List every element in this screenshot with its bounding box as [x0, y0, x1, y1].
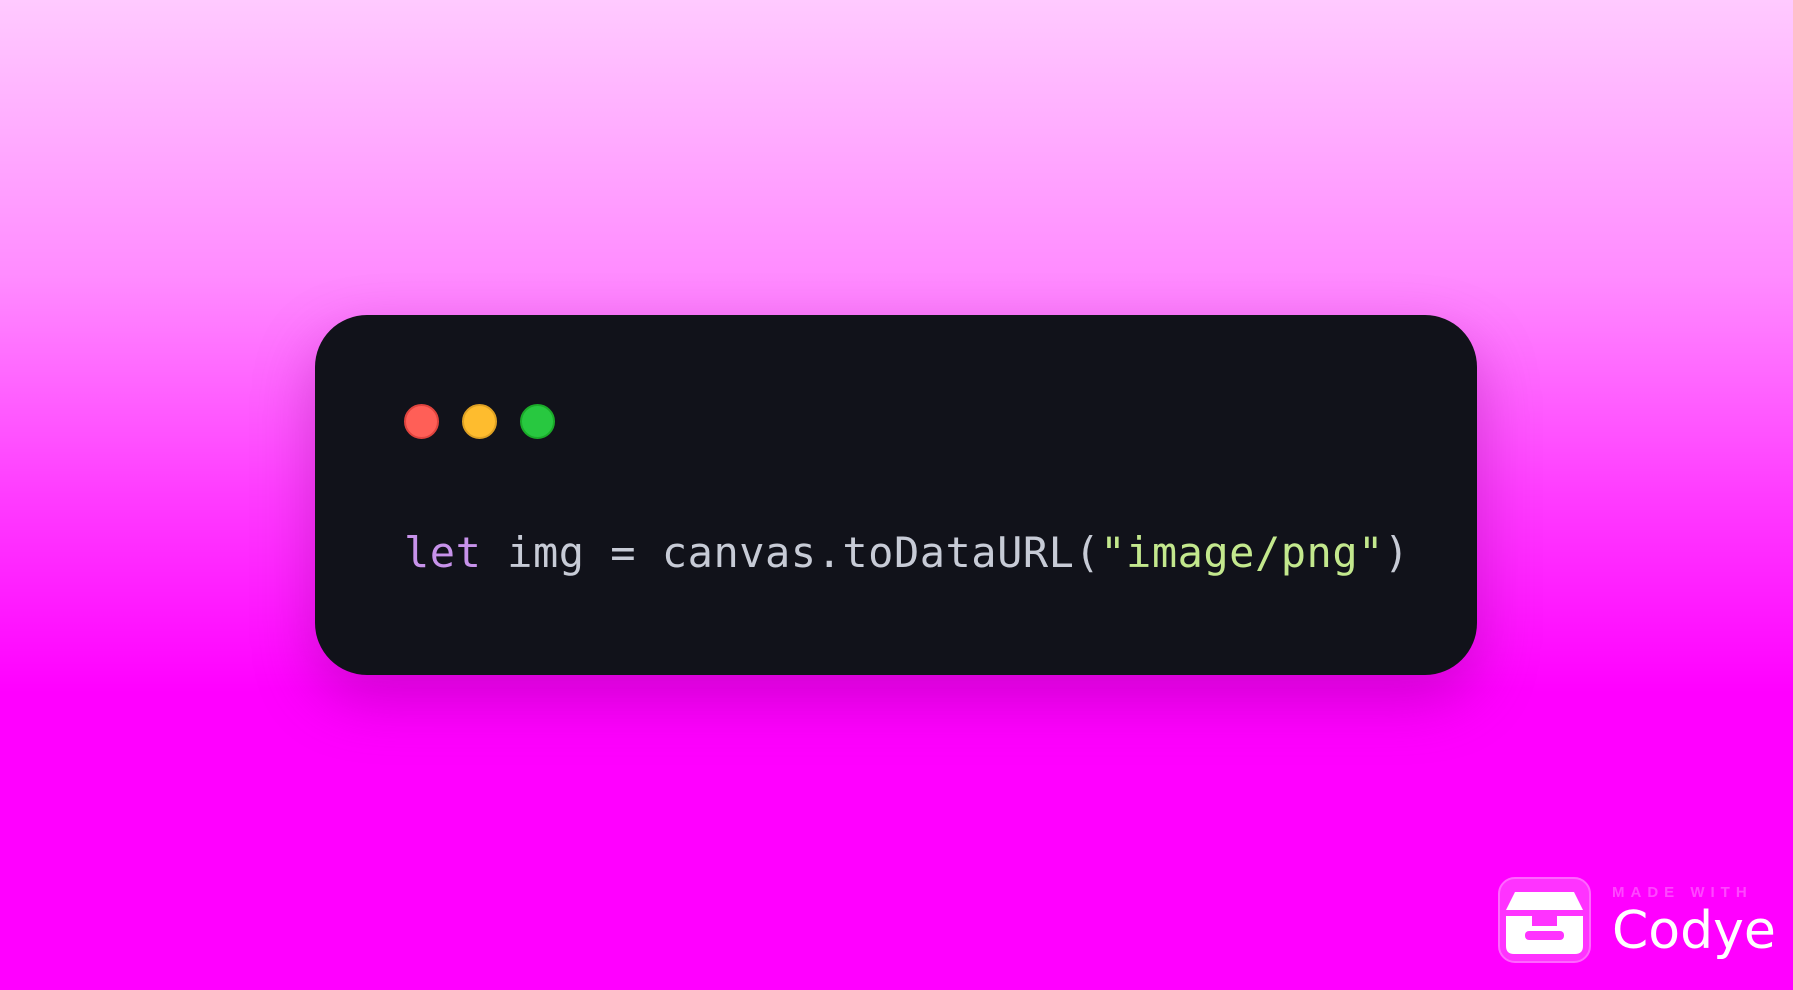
made-with-label: MADE WITH — [1612, 883, 1753, 901]
code-line: let img = canvas.toDataURL("image/png") — [404, 532, 1410, 574]
inbox-tray-icon — [1498, 877, 1591, 963]
made-with-badge[interactable]: MADE WITH Codye — [1497, 876, 1776, 964]
close-button[interactable] — [404, 404, 439, 439]
badge-text: MADE WITH Codye — [1612, 884, 1776, 957]
zoom-button[interactable] — [520, 404, 555, 439]
brand-name: Codye — [1612, 900, 1776, 961]
window-controls — [404, 404, 555, 439]
code-window: let img = canvas.toDataURL("image/png") — [315, 315, 1477, 675]
minimize-button[interactable] — [462, 404, 497, 439]
code-expression: img = canvas.toDataURL( — [507, 528, 1101, 577]
code-close-paren: ) — [1383, 528, 1410, 577]
code-keyword: let — [404, 528, 482, 577]
code-string: "image/png" — [1100, 528, 1384, 577]
